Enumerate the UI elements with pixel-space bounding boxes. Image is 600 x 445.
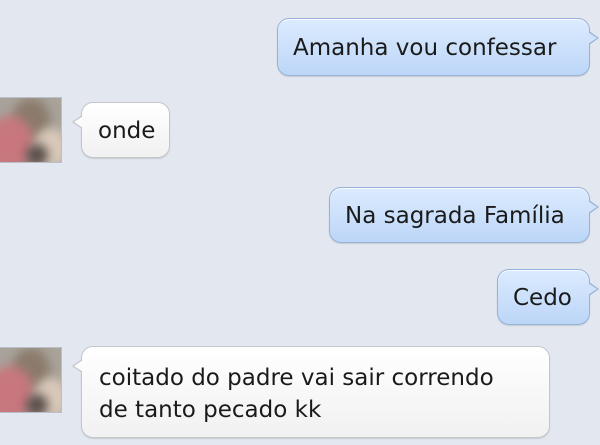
message-text-line: de tanto pecado kk <box>99 397 322 423</box>
contact-avatar[interactable] <box>0 97 62 163</box>
message-text: Amanha vou confessar <box>293 35 557 61</box>
incoming-message-bubble[interactable]: coitado do padre vai sair correndo de ta… <box>72 346 550 438</box>
message-text: onde <box>98 118 156 144</box>
outgoing-message-bubble[interactable]: Amanha vou confessar <box>277 18 599 76</box>
outgoing-message-bubble[interactable]: Na sagrada Família <box>329 187 599 243</box>
message-text: Na sagrada Família <box>345 203 565 229</box>
message-text-line: coitado do padre vai sair correndo <box>99 365 494 391</box>
bubble-tail <box>588 31 599 45</box>
outgoing-message-bubble[interactable]: Cedo <box>497 269 599 325</box>
contact-avatar[interactable] <box>0 347 62 413</box>
bubble-tail <box>588 200 599 214</box>
bubble-tail <box>588 282 599 296</box>
incoming-message-bubble[interactable]: onde <box>72 102 170 158</box>
chat-thread: Amanha vou confessar onde Na sagrada Fam… <box>0 0 600 445</box>
bubble-tail <box>72 115 83 129</box>
bubble-tail <box>72 359 83 373</box>
message-text: Cedo <box>513 285 572 311</box>
